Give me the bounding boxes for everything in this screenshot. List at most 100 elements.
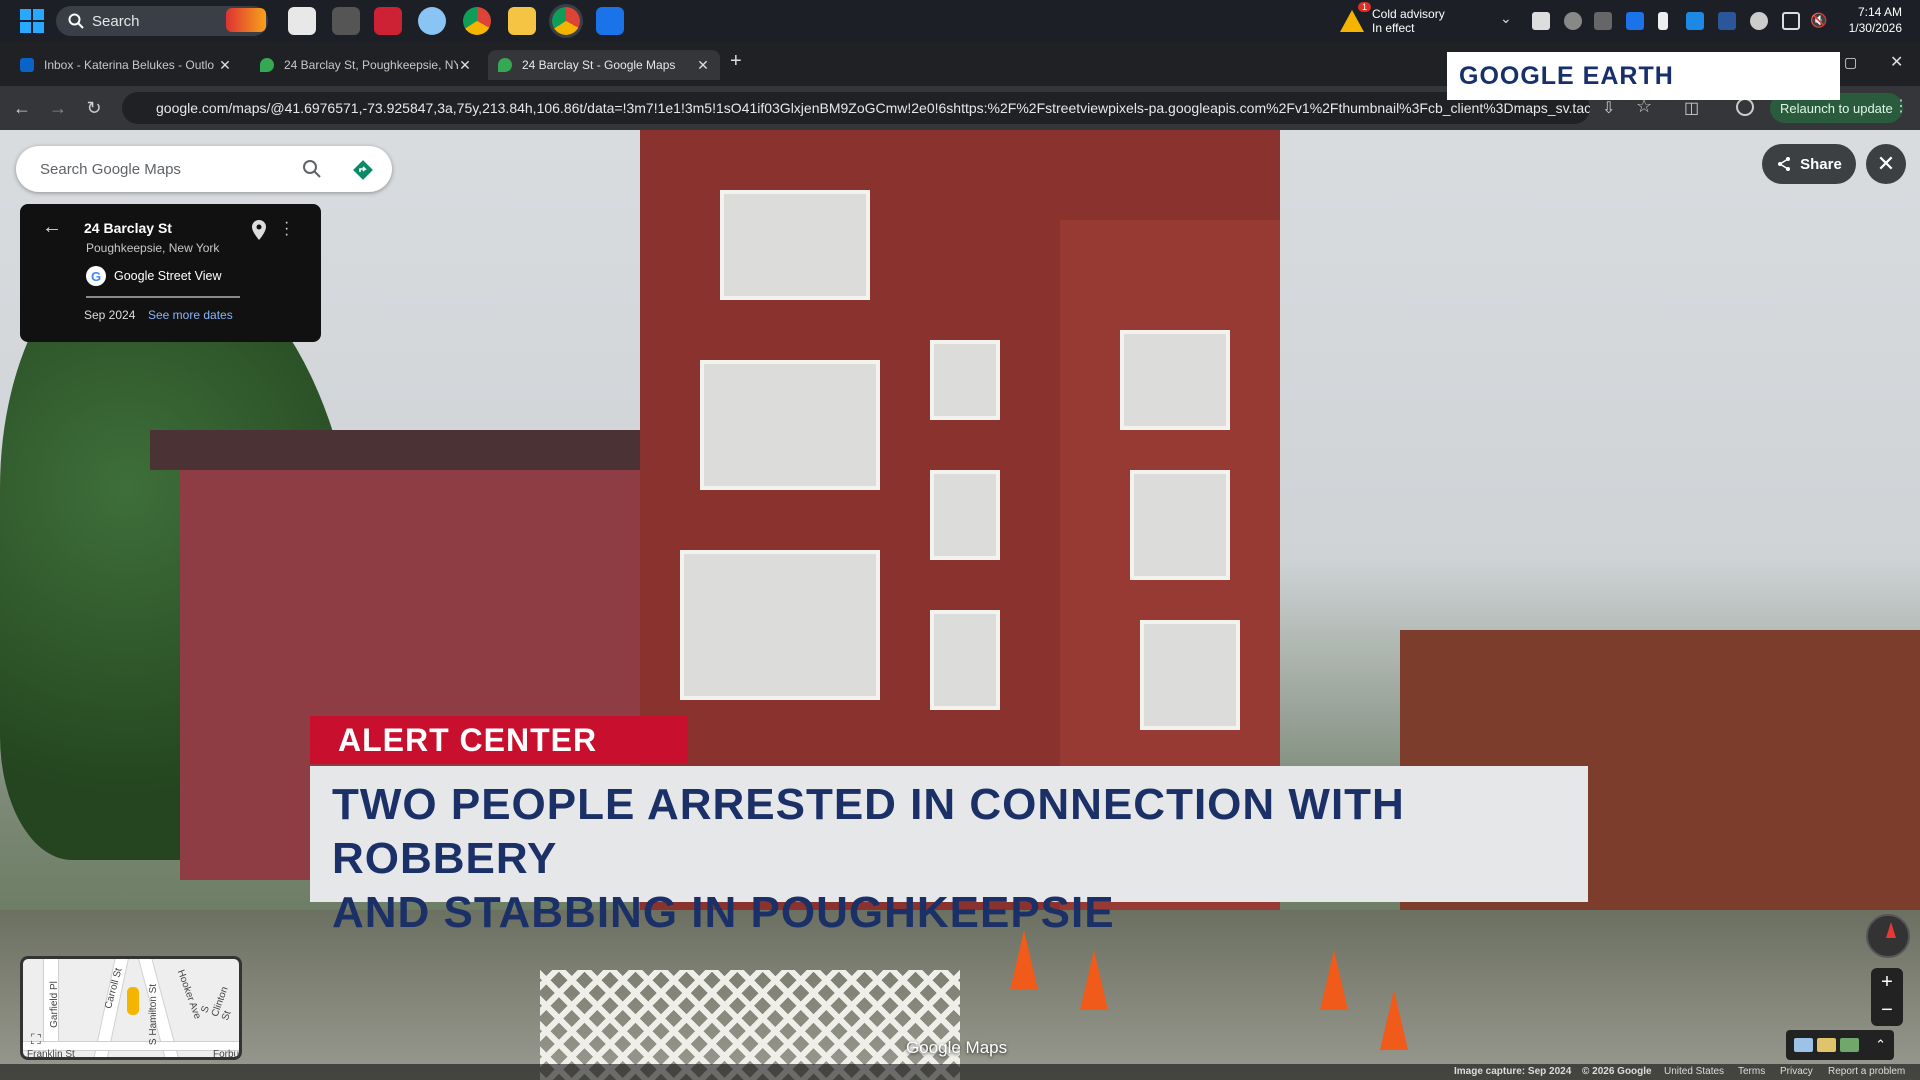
media-player-icon[interactable] — [596, 7, 624, 35]
copyright: © 2026 Google — [1582, 1066, 1652, 1077]
see-more-dates-link[interactable]: See more dates — [148, 308, 233, 322]
display-icon[interactable] — [1782, 12, 1800, 30]
compass-icon[interactable] — [1866, 914, 1910, 958]
terms-link[interactable]: Terms — [1738, 1066, 1765, 1077]
app-icon[interactable] — [418, 7, 446, 35]
zoom-in-button[interactable]: + — [1871, 968, 1903, 996]
tab-outlook[interactable]: Inbox - Katerina Belukes - Outlo ✕ — [10, 50, 242, 80]
tray-app-icon[interactable] — [1564, 12, 1582, 30]
expand-icon[interactable]: ⛶ — [31, 1031, 41, 1048]
profile-icon[interactable] — [1736, 98, 1754, 116]
street-view-source: G Google Street View — [86, 266, 221, 286]
windows-taskbar: Search 1 Cold advisory In effect ⌄ 🔇 7:1… — [0, 0, 1920, 42]
close-icon: ✕ — [1876, 151, 1896, 176]
minimap[interactable]: Garfield Pl Carroll St S Hamilton St Hoo… — [20, 956, 242, 1060]
report-problem-link[interactable]: Report a problem — [1828, 1066, 1905, 1077]
more-options-icon[interactable]: · · · — [284, 215, 289, 243]
layer-switcher[interactable]: ⌃ — [1786, 1030, 1894, 1060]
tab-google-maps[interactable]: 24 Barclay St - Google Maps ✕ — [488, 50, 720, 80]
tab-barclay-search[interactable]: 24 Barclay St, Poughkeepsie, NY ✕ — [250, 50, 482, 80]
country-link[interactable]: United States — [1664, 1066, 1724, 1077]
source-label: Google Street View — [114, 269, 222, 283]
close-icon[interactable]: ✕ — [696, 57, 710, 74]
clock-date: 1/30/2026 — [1848, 21, 1902, 35]
url-bar[interactable]: google.com/maps/@41.6976571,-73.925847,3… — [122, 92, 1590, 124]
search-icon — [68, 13, 84, 29]
chrome-active-icon[interactable] — [552, 7, 580, 35]
google-maps-wordmark: Google Maps — [906, 1038, 1008, 1057]
chevron-up-icon[interactable]: ⌃ — [1875, 1037, 1886, 1053]
task-view-icon[interactable] — [288, 7, 316, 35]
snipping-tool-icon[interactable] — [374, 7, 402, 35]
tray-app-icon[interactable] — [1626, 12, 1644, 30]
traffic-cone — [1320, 950, 1348, 1010]
windows-start-icon[interactable] — [20, 9, 44, 33]
app-icon[interactable] — [332, 7, 360, 35]
chrome-icon[interactable] — [463, 7, 491, 35]
close-street-view-button[interactable]: ✕ — [1866, 144, 1906, 184]
street-label: Forbu — [213, 1049, 240, 1060]
maps-footer: Image capture: Sep 2024 © 2026 Google Un… — [0, 1064, 1920, 1080]
speaker-muted-icon[interactable]: 🔇 — [1810, 12, 1828, 30]
terrain-layer-icon — [1817, 1038, 1837, 1052]
map-layer-icon — [1794, 1038, 1814, 1052]
back-arrow-icon[interactable]: ← — [42, 216, 62, 239]
clock-time: 7:14 AM — [1857, 5, 1902, 19]
satellite-layer-icon — [1840, 1038, 1860, 1052]
capture-date: Sep 2024 — [84, 308, 136, 322]
place-info-card: ← 24 Barclay St Poughkeepsie, New York ·… — [20, 204, 321, 342]
more-menu-icon[interactable]: ⋮ — [1893, 96, 1909, 116]
location-pin-icon[interactable] — [252, 220, 266, 240]
weather-widget[interactable]: 1 Cold advisory In effect — [1340, 0, 1445, 42]
google-earth-banner: GOOGLE EARTH — [1447, 52, 1840, 100]
taskbar-search-label: Search — [92, 12, 140, 30]
security-icon[interactable] — [1686, 12, 1704, 30]
warning-icon — [1340, 10, 1364, 32]
back-arrow-icon[interactable]: ← — [12, 98, 32, 119]
share-button[interactable]: Share — [1762, 144, 1856, 184]
restore-window-icon[interactable]: ▢ — [1844, 54, 1857, 71]
close-icon[interactable]: ✕ — [218, 57, 232, 74]
tab-title: 24 Barclay St, Poughkeepsie, NY — [284, 58, 458, 72]
street-label: S Hamilton St — [148, 983, 160, 1046]
maps-search-placeholder: Search Google Maps — [40, 160, 181, 178]
weather-subtitle: In effect — [1372, 21, 1415, 35]
usb-icon[interactable] — [1658, 12, 1668, 30]
headline-line-1: TWO PEOPLE ARRESTED IN CONNECTION WITH R… — [332, 780, 1405, 883]
tray-app-icon[interactable] — [1532, 12, 1550, 30]
outlook-icon — [20, 58, 34, 72]
window-close-icon[interactable]: ✕ — [1890, 52, 1903, 72]
share-label: Share — [1800, 155, 1842, 173]
close-icon[interactable]: ✕ — [458, 57, 472, 74]
pegman-icon[interactable] — [127, 987, 139, 1015]
new-tab-button[interactable]: + — [730, 50, 742, 73]
share-icon — [1778, 157, 1791, 171]
chevron-up-icon[interactable]: ⌄ — [1500, 10, 1518, 28]
zoom-control: + − — [1871, 968, 1903, 1026]
zoom-out-button[interactable]: − — [1871, 996, 1903, 1024]
system-clock[interactable]: 7:14 AM 1/30/2026 — [1849, 4, 1902, 36]
file-explorer-icon[interactable] — [508, 7, 536, 35]
directions-icon[interactable] — [352, 159, 374, 181]
place-subtitle: Poughkeepsie, New York — [86, 241, 220, 255]
word-icon[interactable] — [1718, 12, 1736, 30]
install-app-icon[interactable]: ⇩ — [1602, 98, 1615, 118]
maps-search-input[interactable]: Search Google Maps — [16, 146, 392, 192]
privacy-link[interactable]: Privacy — [1780, 1066, 1813, 1077]
place-title: 24 Barclay St — [84, 220, 172, 236]
image-capture: Image capture: Sep 2024 — [1454, 1066, 1572, 1077]
google-logo-icon: G — [86, 266, 106, 286]
side-panel-icon[interactable]: ◫ — [1684, 98, 1699, 118]
traffic-cone — [1080, 950, 1108, 1010]
search-icon[interactable] — [302, 159, 322, 179]
weather-title: Cold advisory — [1372, 7, 1445, 21]
street-label: Hooker Ave — [174, 968, 203, 1021]
reload-icon[interactable]: ↻ — [84, 98, 104, 119]
globe-icon[interactable] — [1750, 12, 1768, 30]
forward-arrow-icon[interactable]: → — [48, 98, 68, 119]
traffic-cone — [1380, 990, 1408, 1050]
weather-badge: 1 — [1358, 2, 1372, 12]
relaunch-label: Relaunch to update — [1780, 100, 1893, 116]
tray-app-icon[interactable] — [1594, 12, 1612, 30]
divider — [86, 296, 240, 298]
